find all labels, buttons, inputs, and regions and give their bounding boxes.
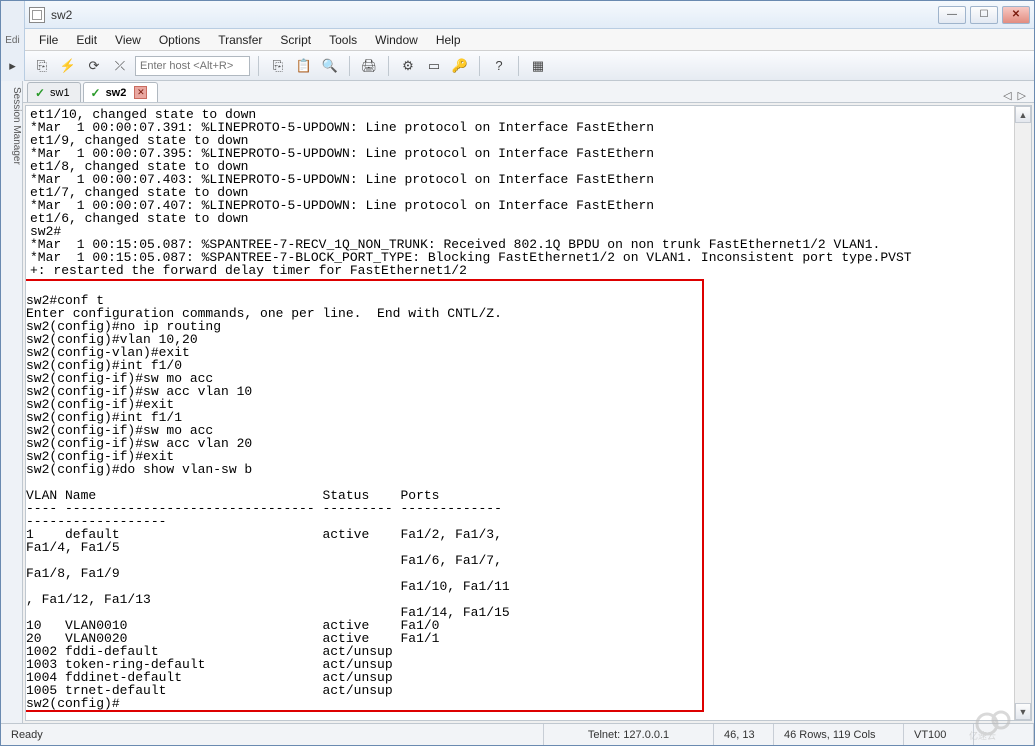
session-icon[interactable]: ▭ (423, 55, 445, 77)
left-strip-menu: Edi (1, 29, 25, 51)
key-icon[interactable]: 🔑 (449, 55, 471, 77)
toolbar-separator (258, 56, 259, 76)
tab-prev-icon[interactable]: ◁ (1003, 89, 1011, 102)
check-icon: ✓ (90, 87, 102, 99)
tab-sw1[interactable]: ✓ sw1 (27, 82, 81, 102)
copy-icon[interactable]: ⎘ (267, 55, 289, 77)
disconnect-icon[interactable]: ⤫ (109, 55, 131, 77)
tab-sw2[interactable]: ✓ sw2 ✕ (83, 82, 159, 102)
status-term-type: VT100 (904, 724, 974, 745)
menu-edit[interactable]: Edit (68, 31, 105, 49)
app-window: sw2 — ☐ ✕ Edi File Edit View Options Tra… (0, 0, 1035, 746)
print-icon[interactable]: 🖨 (358, 55, 380, 77)
left-toggle-icon[interactable]: ▸ (2, 55, 24, 77)
tab-next-icon[interactable]: ▷ (1018, 89, 1026, 102)
left-strip (1, 1, 25, 29)
terminal-output-top: et1/10, changed state to down *Mar 1 00:… (26, 106, 1031, 279)
find-icon[interactable]: 🔍 (319, 55, 341, 77)
body-row: Session Manager ✓ sw1 ✓ sw2 ✕ ◁ ▷ et1/10… (1, 81, 1034, 723)
status-cursor-pos: 46, 13 (714, 724, 774, 745)
menu-help[interactable]: Help (428, 31, 469, 49)
tab-label: sw2 (106, 87, 127, 99)
toolbar-separator (388, 56, 389, 76)
menu-options[interactable]: Options (151, 31, 208, 49)
window-title: sw2 (51, 8, 938, 22)
quick-connect-icon[interactable]: ⚡ (57, 55, 79, 77)
help-icon[interactable]: ? (488, 55, 510, 77)
terminal-area[interactable]: et1/10, changed state to down *Mar 1 00:… (25, 105, 1032, 721)
status-ready: Ready (1, 724, 544, 745)
app-icon (29, 7, 45, 23)
toolbar-separator (349, 56, 350, 76)
left-strip-toolbar: ▸ (1, 51, 25, 81)
tab-nav: ◁ ▷ (1003, 89, 1034, 102)
status-term-size: 46 Rows, 119 Cols (774, 724, 904, 745)
session-manager-panel[interactable]: Session Manager (1, 81, 23, 723)
host-input[interactable] (135, 56, 250, 76)
toolbar-separator (479, 56, 480, 76)
status-connection: Telnet: 127.0.0.1 (544, 724, 714, 745)
toolbar-separator (518, 56, 519, 76)
scroll-up-icon[interactable]: ▲ (1015, 106, 1031, 123)
menu-transfer[interactable]: Transfer (210, 31, 270, 49)
menu-tools[interactable]: Tools (321, 31, 365, 49)
menu-script[interactable]: Script (272, 31, 319, 49)
check-icon: ✓ (34, 87, 46, 99)
menu-file[interactable]: File (31, 31, 66, 49)
toolbar: ⎘ ⚡ ⟳ ⤫ ⎘ 📋 🔍 🖨 ⚙ ▭ 🔑 ? ▦ (25, 51, 1034, 81)
window-controls: — ☐ ✕ (938, 6, 1030, 24)
scrollbar-vertical[interactable]: ▲ ▼ (1014, 106, 1031, 720)
close-button[interactable]: ✕ (1002, 6, 1030, 24)
tile-icon[interactable]: ▦ (527, 55, 549, 77)
status-bar: Ready Telnet: 127.0.0.1 46, 13 46 Rows, … (1, 723, 1034, 745)
tab-close-icon[interactable]: ✕ (134, 86, 147, 99)
options-icon[interactable]: ⚙ (397, 55, 419, 77)
maximize-button[interactable]: ☐ (970, 6, 998, 24)
menu-view[interactable]: View (107, 31, 149, 49)
minimize-button[interactable]: — (938, 6, 966, 24)
menu-bar: File Edit View Options Transfer Script T… (25, 29, 1034, 51)
status-empty (974, 724, 1034, 745)
tab-bar: ✓ sw1 ✓ sw2 ✕ ◁ ▷ (23, 81, 1034, 103)
scroll-down-icon[interactable]: ▼ (1015, 703, 1031, 720)
reconnect-icon[interactable]: ⟳ (83, 55, 105, 77)
tab-label: sw1 (50, 87, 70, 99)
menu-window[interactable]: Window (367, 31, 426, 49)
paste-icon[interactable]: 📋 (293, 55, 315, 77)
terminal-output-highlighted: sw2#conf t Enter configuration commands,… (25, 279, 704, 712)
scroll-track[interactable] (1015, 123, 1031, 703)
title-bar: sw2 — ☐ ✕ (25, 1, 1034, 29)
main-area: ✓ sw1 ✓ sw2 ✕ ◁ ▷ et1/10, changed state … (23, 81, 1034, 723)
connect-icon[interactable]: ⎘ (31, 55, 53, 77)
